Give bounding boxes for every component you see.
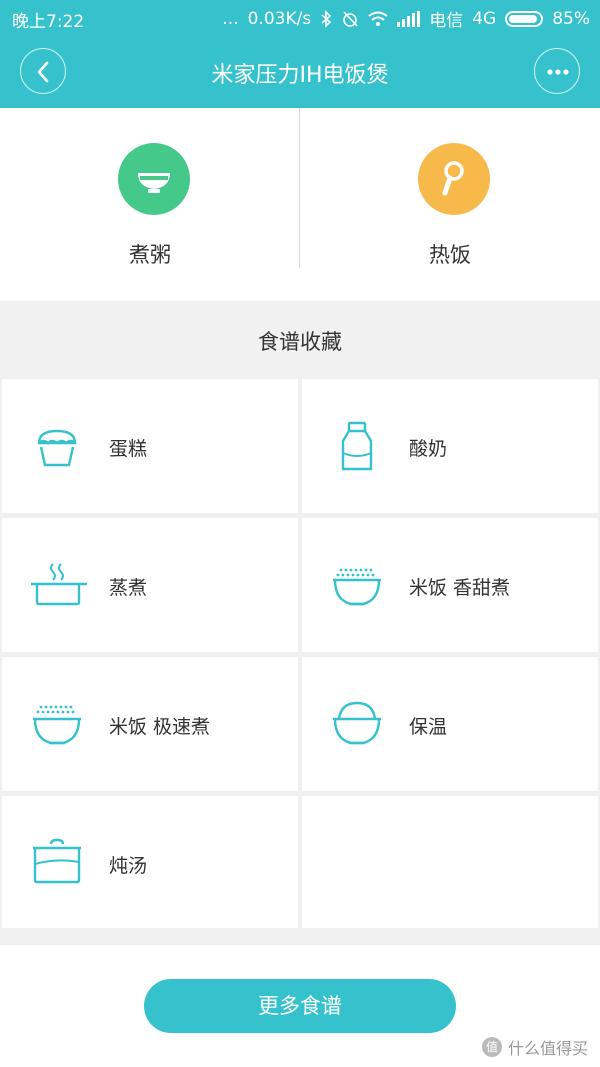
warm-bowl-icon [333,701,381,745]
recipe-keep-warm[interactable]: 保温 [302,657,598,791]
carrier: 电信 [429,11,464,31]
mode-reheat[interactable]: 热饭 [300,108,600,301]
recipe-label: 炖汤 [109,855,148,877]
watermark-badge: 值 [481,1037,502,1057]
recipe-label: 蒸煮 [109,577,148,599]
app-header: 晚上7:22 ... 0.03K/s 电信 4G 85% 米家压力IH电饭煲 [0,0,600,108]
recipe-rice-quick[interactable]: 米饭 极速煮 [2,657,298,791]
signal-icon [397,10,421,27]
status-indicators: ... 0.03K/s 电信 4G 85% [222,6,590,32]
recipe-soup[interactable]: 炖汤 [2,796,298,928]
status-bar: 晚上7:22 ... 0.03K/s 电信 4G 85% [0,0,600,34]
recipe-label: 蛋糕 [109,438,148,460]
recipe-steam[interactable]: 蒸煮 [2,518,298,652]
rice-bowl-icon [33,705,81,745]
cake-icon [37,429,77,467]
recipe-rice-sweet[interactable]: 米饭 香甜煮 [302,518,598,652]
footer: 更多食谱 值 什么值得买 [0,945,600,1067]
battery-icon [505,10,544,27]
yogurt-bottle-icon [341,421,373,471]
nav-bar: 米家压力IH电饭煲 [0,34,600,108]
recipe-empty-slot [302,796,598,928]
recipe-yogurt[interactable]: 酸奶 [302,379,598,513]
recipe-label: 保温 [409,716,448,738]
recipe-label: 米饭 香甜煮 [409,577,511,599]
status-dots: ... [222,8,239,29]
quick-modes: 煮粥 热饭 [0,108,600,301]
more-dots-icon [547,69,569,75]
spoon-icon [418,143,490,215]
bluetooth-icon [321,9,332,28]
watermark-text: 什么值得买 [507,1039,588,1058]
section-title: 食谱收藏 [258,330,342,354]
rice-bowl-icon [333,568,381,606]
recipe-label: 米饭 极速煮 [109,716,211,738]
page-title: 米家压力IH电饭煲 [211,63,389,88]
alarm-off-icon [343,10,358,27]
watermark: 值 什么值得买 [481,1035,588,1059]
bowl-icon [118,143,190,215]
more-button[interactable] [534,48,580,94]
status-time: 晚上7:22 [12,12,85,32]
battery-level: 85% [552,8,590,29]
recipe-cake[interactable]: 蛋糕 [2,379,298,513]
mode-label: 煮粥 [129,243,171,267]
recipe-label: 酸奶 [409,438,448,460]
more-recipes-button[interactable]: 更多食谱 [144,979,456,1033]
mode-label: 热饭 [429,243,471,267]
steam-pot-icon [31,563,87,606]
recipes-section-header: 食谱收藏 [0,301,600,379]
soup-pot-icon [33,838,81,884]
mode-porridge[interactable]: 煮粥 [0,108,300,301]
network-speed: 0.03K/s [247,8,312,29]
wifi-icon [368,11,388,26]
network-type: 4G [472,8,497,29]
